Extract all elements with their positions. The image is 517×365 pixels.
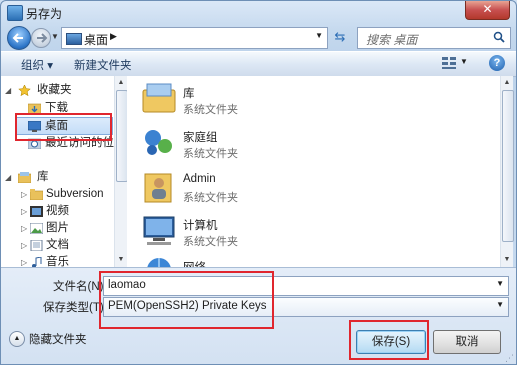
- library-icon: [18, 172, 31, 183]
- scroll-thumb[interactable]: [502, 90, 514, 242]
- view-options-icon[interactable]: [441, 56, 457, 70]
- expand-icon[interactable]: ▷: [21, 203, 27, 220]
- refresh-button[interactable]: ⇆: [331, 28, 349, 46]
- file-type: 系统文件夹: [183, 236, 238, 248]
- file-name: 家庭组: [183, 132, 218, 144]
- new-folder-button[interactable]: 新建文件夹: [74, 57, 132, 73]
- collapse-icon[interactable]: ◢: [5, 82, 11, 99]
- computer-icon: [143, 216, 175, 245]
- list-item[interactable]: Admin 系统文件夹: [127, 166, 427, 210]
- command-bar: 组织 ▾ 新建文件夹 ▼ ?: [1, 51, 516, 77]
- list-item[interactable]: 网络: [127, 252, 427, 267]
- nav-label: Subversion: [46, 188, 104, 200]
- folder-icon: [30, 189, 43, 200]
- scroll-down-icon[interactable]: ▼: [501, 253, 513, 267]
- expand-icon[interactable]: ▷: [21, 237, 27, 254]
- nav-label: 收藏夹: [37, 84, 72, 96]
- hide-folders-toggle[interactable]: ▲: [9, 331, 25, 347]
- nav-favorites[interactable]: ◢ 收藏夹: [1, 82, 113, 99]
- file-type: 系统文件夹: [183, 148, 238, 160]
- search-icon[interactable]: [493, 31, 505, 43]
- document-library-icon: [30, 240, 43, 251]
- nav-scrollbar[interactable]: ▲ ▼: [114, 76, 128, 267]
- expand-icon[interactable]: ▷: [21, 220, 27, 237]
- chevron-down-icon[interactable]: ▼: [496, 300, 504, 309]
- save-as-dialog: 另存为 ✕ ▼ 桌面 ▶ ▼ ⇆ 搜索 桌面 组织 ▾ 新建文件夹 ▼ ? ◢: [0, 0, 517, 365]
- title-bar: 另存为 ✕: [1, 1, 516, 25]
- file-name: 网络: [183, 259, 206, 267]
- search-box[interactable]: 搜索 桌面: [357, 27, 511, 49]
- close-button[interactable]: ✕: [465, 1, 510, 20]
- file-name: 库: [183, 88, 195, 100]
- nav-music[interactable]: ▷ 音乐: [1, 254, 113, 267]
- nav-subversion[interactable]: ▷ Subversion: [1, 186, 113, 203]
- chevron-up-icon: ▲: [13, 335, 21, 342]
- address-bar[interactable]: 桌面 ▶ ▼: [61, 27, 328, 49]
- nav-pictures[interactable]: ▷ 图片: [1, 220, 113, 237]
- scroll-up-icon[interactable]: ▲: [501, 76, 513, 90]
- highlight-filename-type: [99, 271, 274, 329]
- arrow-right-icon: [37, 33, 48, 43]
- hide-folders-label[interactable]: 隐藏文件夹: [29, 331, 87, 347]
- chevron-down-icon[interactable]: ▼: [496, 279, 504, 288]
- file-list: 库 系统文件夹 家庭组 系统文件夹 Admin 系统文件夹 计算机 系统文件夹 …: [127, 76, 500, 267]
- list-item[interactable]: 计算机 系统文件夹: [127, 210, 427, 254]
- nav-videos[interactable]: ▷ 视频: [1, 203, 113, 220]
- expand-icon[interactable]: ▷: [21, 186, 27, 203]
- picture-library-icon: [30, 223, 43, 234]
- arrow-left-icon: [12, 33, 23, 43]
- breadcrumb-chevron-icon[interactable]: ▶: [110, 31, 117, 42]
- video-library-icon: [30, 206, 43, 217]
- nav-label: 音乐: [46, 256, 69, 267]
- file-name: 计算机: [183, 220, 218, 232]
- address-dropdown[interactable]: ▼: [315, 31, 323, 40]
- resize-grip-icon[interactable]: ⋰: [505, 353, 514, 364]
- file-type: 系统文件夹: [183, 104, 238, 116]
- file-type: 系统文件夹: [183, 192, 238, 204]
- file-list-scrollbar[interactable]: ▲ ▼: [500, 76, 514, 267]
- scroll-up-icon[interactable]: ▲: [115, 76, 127, 90]
- music-library-icon: [32, 257, 42, 267]
- nav-label: 图片: [46, 222, 69, 234]
- user-folder-icon: [144, 173, 172, 203]
- navigation-pane: ◢ 收藏夹 下载 桌面 最近访问的位置 ◢ 库 ▷ Subversion ▷ 视…: [1, 76, 127, 267]
- list-item[interactable]: 家庭组 系统文件夹: [127, 122, 427, 166]
- address-row: ▼ 桌面 ▶ ▼ ⇆ 搜索 桌面: [1, 25, 516, 51]
- back-button[interactable]: [7, 26, 31, 50]
- app-icon: [7, 5, 23, 21]
- highlight-desktop: [15, 113, 112, 141]
- list-item[interactable]: 库 系统文件夹: [127, 78, 427, 122]
- expand-icon[interactable]: ▷: [21, 254, 27, 267]
- highlight-save: [349, 320, 429, 360]
- star-icon: [18, 85, 31, 96]
- search-placeholder: 搜索 桌面: [366, 33, 418, 47]
- window-title: 另存为: [26, 7, 63, 21]
- nav-label: 库: [37, 171, 49, 183]
- scroll-down-icon[interactable]: ▼: [115, 253, 127, 267]
- homegroup-icon: [145, 130, 172, 155]
- cancel-button[interactable]: 取消: [433, 330, 501, 354]
- recent-locations-dropdown[interactable]: ▼: [51, 32, 59, 41]
- forward-button[interactable]: [31, 28, 51, 48]
- help-icon[interactable]: ?: [489, 55, 505, 71]
- network-icon: [147, 258, 171, 267]
- nav-label: 文档: [46, 239, 69, 251]
- nav-documents[interactable]: ▷ 文档: [1, 237, 113, 254]
- address-location[interactable]: 桌面: [84, 31, 108, 48]
- organize-button[interactable]: 组织 ▾: [21, 57, 53, 73]
- view-dropdown[interactable]: ▼: [460, 57, 468, 66]
- library-folder-icon: [142, 83, 176, 113]
- nav-libraries[interactable]: ◢ 库: [1, 169, 113, 186]
- nav-label: 视频: [46, 205, 69, 217]
- refresh-icon: ⇆: [334, 29, 346, 44]
- collapse-icon[interactable]: ◢: [5, 169, 11, 186]
- filetype-label: 保存类型(T):: [43, 302, 107, 314]
- file-name: Admin: [183, 173, 216, 185]
- desktop-icon: [66, 33, 82, 45]
